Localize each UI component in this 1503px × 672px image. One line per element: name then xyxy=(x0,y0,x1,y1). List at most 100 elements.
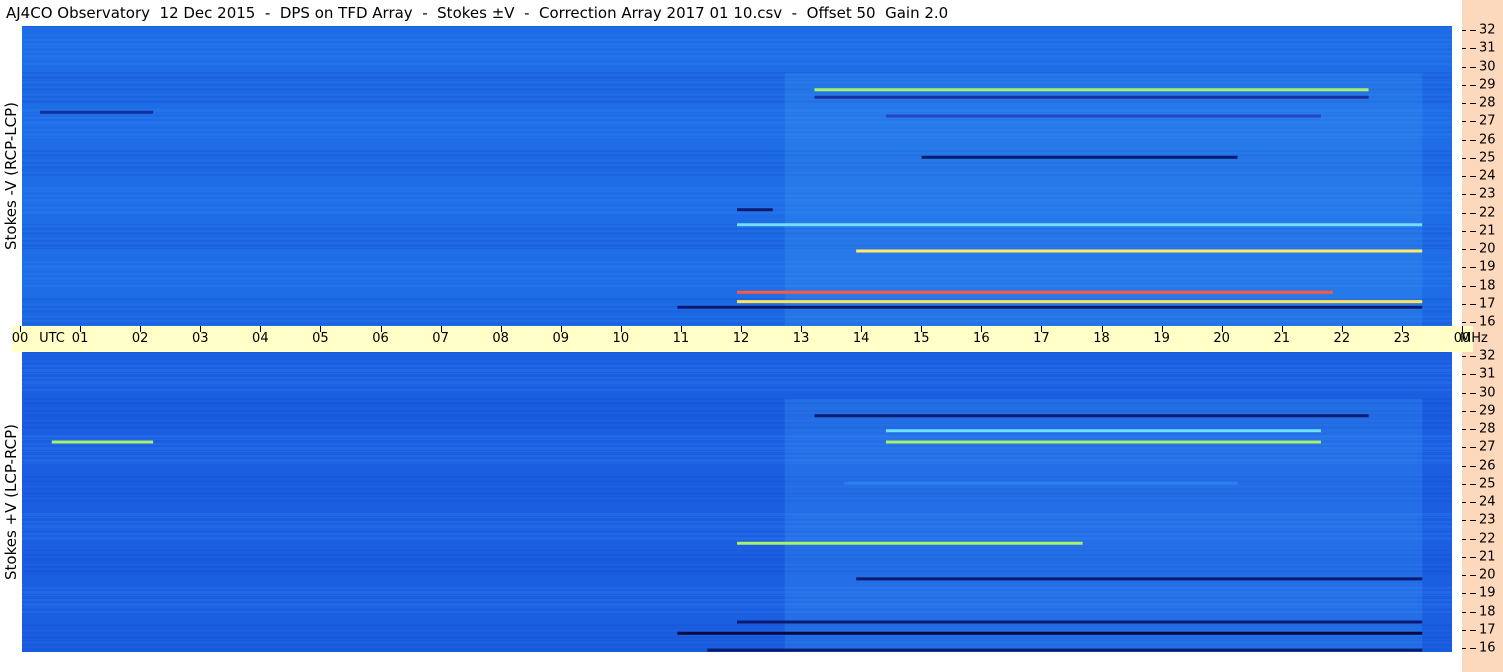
emission-band xyxy=(707,648,1423,652)
frequency-tick-label: 21 xyxy=(1479,549,1496,565)
emission-band xyxy=(737,208,773,212)
time-tick-mark xyxy=(1341,326,1343,332)
noise-band xyxy=(22,352,1452,353)
frequency-tick-stub xyxy=(1462,48,1466,50)
frequency-tick-mark xyxy=(1470,410,1476,412)
frequency-tick-mark xyxy=(1470,502,1476,503)
emission-band xyxy=(814,88,1369,92)
frequency-tick-label: 20 xyxy=(1479,567,1496,583)
time-tick-label: 23 xyxy=(1393,331,1411,346)
frequency-tick-mark xyxy=(1470,30,1476,31)
frequency-tick-stub xyxy=(1462,212,1466,214)
emission-band xyxy=(814,414,1369,418)
frequency-tick-mark xyxy=(1470,322,1476,323)
bottom-y-axis-label-text: Stokes +V (LCP-RCP) xyxy=(2,424,20,580)
frequency-tick-label: 18 xyxy=(1479,604,1496,619)
frequency-tick-label: 22 xyxy=(1479,205,1496,220)
noise-band xyxy=(22,35,1452,36)
time-tick-label: 20 xyxy=(1213,331,1230,346)
frequency-tick-mark xyxy=(1470,303,1476,305)
frequency-tick-label: 27 xyxy=(1479,439,1496,455)
frequency-tick-stub xyxy=(1462,520,1466,522)
noise-band xyxy=(22,47,1452,48)
frequency-tick-mark xyxy=(1470,267,1476,269)
frequency-tick-label: 19 xyxy=(1479,585,1496,601)
frequency-tick-stub xyxy=(1462,447,1466,449)
frequency-tick-mark xyxy=(1470,447,1476,449)
frequency-tick-mark xyxy=(1470,66,1476,68)
emission-band xyxy=(885,440,1321,444)
frequency-tick-stub xyxy=(1462,303,1466,305)
frequency-tick-label: 31 xyxy=(1479,40,1496,56)
frequency-tick-stub xyxy=(1462,410,1466,412)
noise-band xyxy=(22,55,1452,58)
frequency-tick-stub xyxy=(1462,194,1466,196)
emission-band xyxy=(856,577,1423,581)
noise-band xyxy=(22,369,1452,372)
frequency-tick-stub xyxy=(1462,502,1466,503)
frequency-tick-label: 24 xyxy=(1479,168,1496,184)
time-tick-mark xyxy=(500,326,502,332)
time-tick-label: 16 xyxy=(973,331,990,346)
time-tick-label: 01 xyxy=(71,331,89,346)
emission-band xyxy=(844,481,1238,485)
emission-band xyxy=(51,440,154,444)
emission-band xyxy=(737,541,1083,545)
emission-band xyxy=(677,631,1423,635)
time-tick-mark xyxy=(1101,326,1103,332)
frequency-tick-stub xyxy=(1462,593,1466,595)
frequency-tick-mark xyxy=(1470,374,1476,376)
frequency-tick-mark xyxy=(1470,538,1476,540)
bottom-y-axis-label: Stokes +V (LCP-RCP) xyxy=(0,352,22,652)
time-tick-mark xyxy=(921,326,923,332)
emission-band xyxy=(885,114,1321,118)
frequency-tick-mark xyxy=(1470,648,1476,649)
frequency-tick-mark xyxy=(1470,249,1476,250)
frequency-tick-mark xyxy=(1470,176,1476,177)
frequency-tick-stub xyxy=(1462,267,1466,269)
time-tick-mark xyxy=(260,326,262,332)
emission-band xyxy=(737,300,1423,304)
frequency-tick-stub xyxy=(1462,103,1466,104)
frequency-tick-mark xyxy=(1470,194,1476,196)
frequency-tick-label: 30 xyxy=(1479,59,1496,74)
emission-band xyxy=(921,155,1238,159)
noise-band xyxy=(22,51,1452,53)
frequency-tick-stub xyxy=(1462,483,1466,485)
time-tick-mark xyxy=(741,326,742,332)
top-spectrogram xyxy=(22,26,1452,326)
bottom-spectrogram xyxy=(22,352,1452,652)
frequency-tick-stub xyxy=(1462,121,1466,123)
frequency-tick-label: 20 xyxy=(1479,241,1496,257)
time-tick-mark xyxy=(560,326,562,332)
frequency-tick-mark xyxy=(1470,139,1476,141)
activity-region xyxy=(784,398,1423,652)
time-tick-label: 22 xyxy=(1333,331,1351,346)
time-tick-label: 12 xyxy=(732,331,750,346)
time-tick-label: 04 xyxy=(252,331,269,346)
frequency-tick-stub xyxy=(1462,230,1466,232)
frequency-tick-mark xyxy=(1470,611,1476,613)
frequency-tick-label: 22 xyxy=(1479,531,1496,546)
chart-title: AJ4CO Observatory 12 Dec 2015 - DPS on T… xyxy=(0,0,1462,26)
time-tick-label: 18 xyxy=(1093,331,1110,346)
frequency-tick-mark xyxy=(1470,121,1476,123)
time-tick-mark xyxy=(801,326,803,332)
noise-band xyxy=(22,377,1452,379)
emission-band xyxy=(814,95,1369,99)
frequency-tick-stub xyxy=(1462,139,1466,141)
top-y-axis-label-text: Stokes -V (RCP-LCP) xyxy=(2,102,20,250)
time-tick-label: 19 xyxy=(1153,331,1170,346)
time-tick-label: 14 xyxy=(852,331,870,346)
time-tick-label: 00 xyxy=(11,331,29,346)
noise-band xyxy=(22,63,1452,65)
frequency-tick-stub xyxy=(1462,648,1466,649)
frequency-tick-label: 29 xyxy=(1479,77,1496,93)
noise-band xyxy=(22,39,1452,41)
frequency-tick-stub xyxy=(1462,374,1466,376)
frequency-tick-label: 29 xyxy=(1479,403,1496,419)
frequency-tick-stub xyxy=(1462,392,1466,394)
emission-band xyxy=(885,429,1321,433)
utc-label: UTC xyxy=(39,331,65,346)
frequency-tick-stub xyxy=(1462,429,1466,430)
